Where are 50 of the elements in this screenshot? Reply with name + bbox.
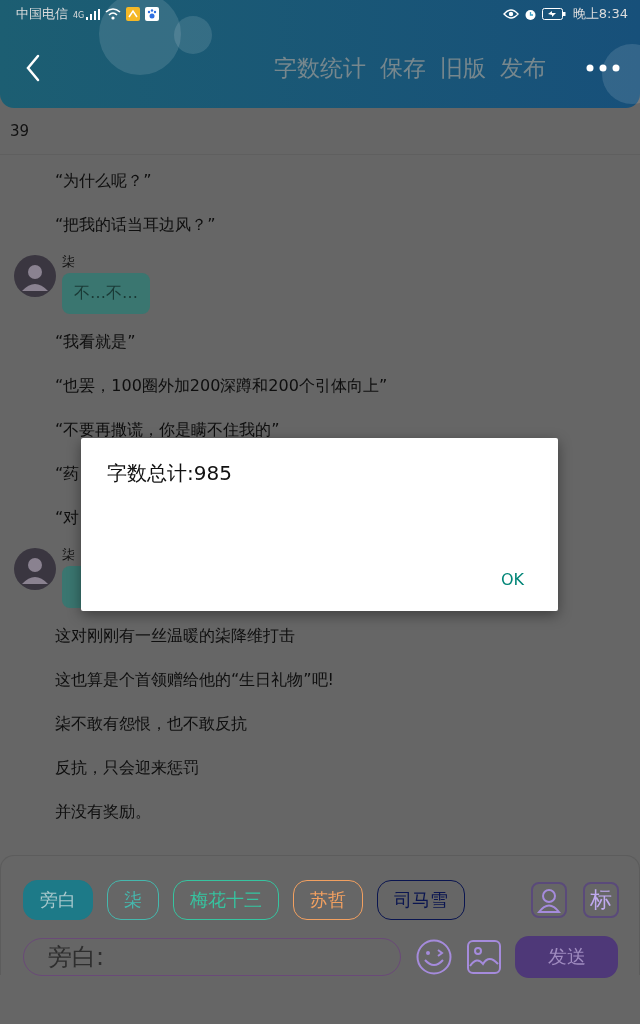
character-chip[interactable]: 苏哲 <box>293 880 363 920</box>
narration-text: 这也算是个首领赠给他的“生日礼物”吧! <box>55 669 334 691</box>
dialog-message: 字数总计:985 <box>107 460 233 487</box>
image-icon[interactable] <box>467 940 501 974</box>
narration-text: 反抗，只会迎来惩罚 <box>55 757 199 779</box>
person-icon <box>537 887 561 913</box>
character-chip[interactable]: 旁白 <box>23 880 93 920</box>
narration-text: “为什么呢？” <box>55 170 152 192</box>
send-button[interactable]: 发送 <box>515 936 618 978</box>
narration-text: “药 <box>55 463 80 485</box>
alarm-icon <box>523 7 537 21</box>
more-icon <box>586 64 620 72</box>
narration-text: 柒不敢有怨恨，也不敢反抗 <box>55 713 247 735</box>
battery-icon <box>541 8 566 20</box>
signal-icon <box>86 8 101 20</box>
speaker-name: 柒 <box>62 548 75 562</box>
eye-icon <box>502 9 519 19</box>
wifi-icon <box>105 8 122 20</box>
carrier-name: 中国电信 <box>16 5 68 23</box>
narration-text: “对 <box>55 507 80 529</box>
back-icon <box>26 54 40 82</box>
more-button[interactable] <box>586 64 620 72</box>
toolbar-button[interactable]: 字数统计 <box>274 52 366 84</box>
avatar-icon <box>14 548 56 590</box>
toolbar-button[interactable]: 发布 <box>500 52 546 84</box>
character-button[interactable] <box>531 882 567 918</box>
emoji-icon[interactable] <box>416 939 452 975</box>
chapter-number: 39 <box>0 108 640 155</box>
app-notification-icon <box>126 7 141 21</box>
character-chip[interactable]: 柒 <box>107 880 159 920</box>
tag-button[interactable]: 标 <box>583 882 619 918</box>
clock-time: 晚上8:34 <box>572 5 628 23</box>
narration-text: 这对刚刚有一丝温暖的柒降维打击 <box>55 625 295 647</box>
avatar-icon <box>14 255 56 297</box>
toolbar-button[interactable]: 旧版 <box>440 52 486 84</box>
narration-text: “不要再撒谎，你是瞒不住我的” <box>55 419 280 441</box>
paw-app-icon <box>145 7 160 21</box>
back-button[interactable] <box>26 54 40 82</box>
ok-button[interactable]: OK <box>492 566 532 593</box>
narration-text: “也罢，100圈外加200深蹲和200个引体向上” <box>55 375 388 397</box>
speaker-name: 柒 <box>62 255 75 269</box>
narration-text: 并没有奖励。 <box>55 801 151 823</box>
character-chip[interactable]: 梅花十三 <box>173 880 279 920</box>
narration-text: “把我的话当耳边风？” <box>55 214 216 236</box>
character-chip[interactable]: 司马雪 <box>377 880 465 920</box>
message-bubble: 不…不… <box>62 273 150 314</box>
narration-text: “我看就是” <box>55 331 136 353</box>
message-input[interactable]: 旁白: <box>23 938 401 976</box>
toolbar-button[interactable]: 保存 <box>380 52 426 84</box>
network-type: 4G <box>73 11 85 20</box>
